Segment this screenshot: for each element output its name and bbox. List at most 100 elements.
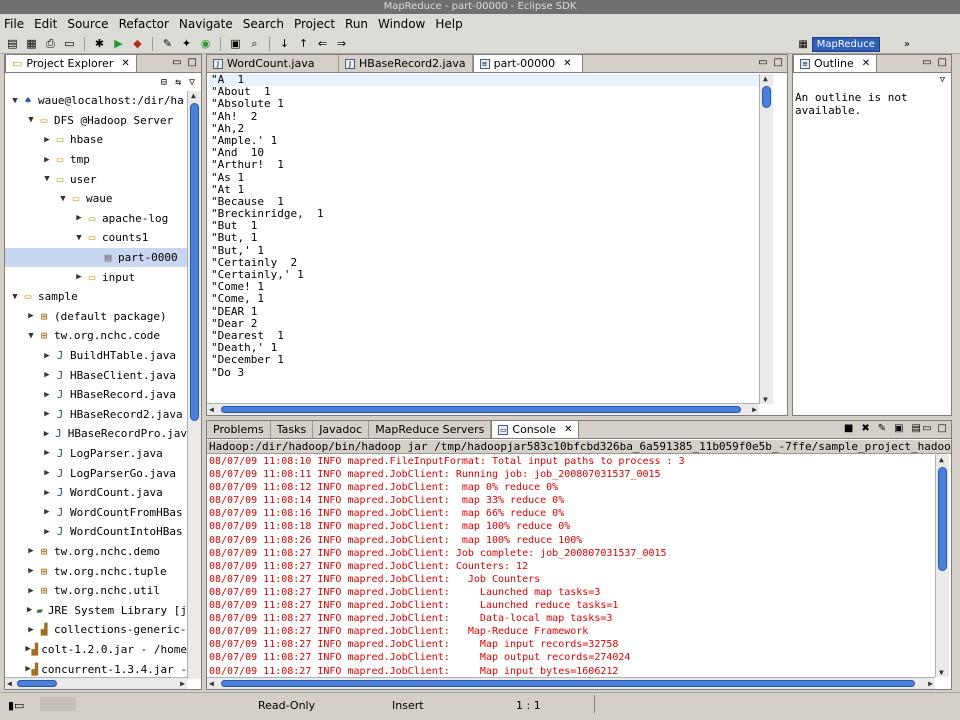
- expand-icon[interactable]: ▶: [41, 468, 53, 478]
- save-icon[interactable]: ▦: [23, 36, 40, 52]
- collapse-icon[interactable]: ▼: [25, 331, 37, 341]
- expand-icon[interactable]: ▶: [25, 566, 37, 576]
- expand-icon[interactable]: ▶: [41, 135, 53, 145]
- tree-item[interactable]: ▼ ▭ user: [5, 169, 187, 189]
- new-java-project-icon[interactable]: ✎: [159, 36, 176, 52]
- debug-icon[interactable]: ✱: [91, 36, 108, 52]
- run-icon[interactable]: ▶: [110, 36, 127, 52]
- tree-item[interactable]: ▶ J HBaseClient.java: [5, 365, 187, 385]
- tree-item[interactable]: ▼ ▭ waue: [5, 189, 187, 209]
- tab-project-explorer[interactable]: ▭ Project Explorer ✕: [5, 54, 137, 72]
- tree-item[interactable]: ▶ J HBaseRecord.java: [5, 385, 187, 405]
- menu-edit[interactable]: Edit: [34, 17, 57, 31]
- perspective-switcher[interactable]: ▦ MapReduce »: [798, 36, 910, 52]
- menu-search[interactable]: Search: [243, 17, 284, 31]
- collapse-icon[interactable]: ▼: [9, 96, 21, 106]
- expand-icon[interactable]: ▶: [41, 155, 53, 165]
- expand-icon[interactable]: ▶: [41, 351, 53, 361]
- menu-source[interactable]: Source: [67, 17, 108, 31]
- tree-item[interactable]: ▼ ⊞ tw.org.nchc.code: [5, 326, 187, 346]
- collapse-icon[interactable]: ▼: [73, 233, 85, 243]
- forward-icon[interactable]: ⇒: [333, 36, 350, 52]
- tree-item[interactable]: ▶ ▰ JRE System Library [j: [5, 600, 187, 620]
- menu-refactor[interactable]: Refactor: [119, 17, 169, 31]
- search-icon[interactable]: ⌕: [246, 36, 263, 52]
- menu-project[interactable]: Project: [294, 17, 335, 31]
- minimize-icon[interactable]: ▭: [172, 57, 181, 68]
- expand-icon[interactable]: ▶: [41, 390, 53, 400]
- expand-icon[interactable]: ▶: [41, 448, 53, 458]
- view-menu-icon[interactable]: ▽: [940, 75, 945, 85]
- editor-hscroll[interactable]: ◀ ▶: [207, 403, 759, 415]
- tree-item[interactable]: ▶ J BuildHTable.java: [5, 346, 187, 366]
- tree-item[interactable]: ▶ J HBaseRecord2.java: [5, 405, 187, 425]
- tab-editor-1[interactable]: J HBaseRecord2.java: [339, 55, 473, 72]
- collapse-icon[interactable]: ▼: [25, 115, 37, 125]
- fast-view-icon[interactable]: ▮▭: [8, 699, 24, 712]
- tree-item[interactable]: ▼ ♠ waue@localhost:/dir/ha: [5, 91, 187, 111]
- tree-item[interactable]: ▶ ▭ input: [5, 267, 187, 287]
- tree-item[interactable]: ▶ J WordCountIntoHBas: [5, 522, 187, 542]
- minimize-icon[interactable]: ▭: [922, 57, 931, 68]
- menu-window[interactable]: Window: [378, 17, 425, 31]
- expand-icon[interactable]: ▶: [25, 605, 34, 615]
- tab-editor-0[interactable]: J WordCount.java: [207, 55, 339, 72]
- console-output[interactable]: 08/07/09 11:08:10 INFO mapred.FileInputF…: [209, 455, 935, 677]
- editor-vscroll[interactable]: ▲ ▼: [759, 74, 773, 404]
- maximize-icon[interactable]: □: [938, 57, 947, 68]
- tree-item[interactable]: ▶ J WordCount.java: [5, 483, 187, 503]
- tree-item[interactable]: ▶ ⊞ tw.org.nchc.util: [5, 581, 187, 601]
- tree-item[interactable]: ▼ ▭ counts1: [5, 228, 187, 248]
- perspective-mapreduce[interactable]: MapReduce: [811, 36, 880, 52]
- explorer-hscroll[interactable]: ◀ ▶: [5, 677, 187, 689]
- editor-text[interactable]: "A 1 "About 1 "Absolute 1 "Ah! 2 "Ah,2 "Ample…: [209, 74, 759, 404]
- tree-item[interactable]: ▶ J LogParserGo.java: [5, 463, 187, 483]
- tree-item[interactable]: ▼ ▭ sample: [5, 287, 187, 307]
- tree-item[interactable]: ▶ ▭ hbase: [5, 130, 187, 150]
- maximize-icon[interactable]: □: [938, 423, 947, 434]
- tree-item[interactable]: ▶ ⊞ (default package): [5, 307, 187, 327]
- close-icon[interactable]: ✕: [563, 58, 571, 69]
- expand-icon[interactable]: ▶: [25, 586, 37, 596]
- expand-icon[interactable]: ▶: [41, 507, 53, 517]
- console-vscroll[interactable]: ▲ ▼: [935, 455, 949, 677]
- maximize-icon[interactable]: □: [188, 57, 197, 68]
- new-package-icon[interactable]: ✦: [178, 36, 195, 52]
- maximize-icon[interactable]: □: [774, 57, 783, 68]
- open-console-icon[interactable]: ▤: [912, 423, 921, 434]
- tab-tasks[interactable]: Tasks: [270, 421, 314, 438]
- close-icon[interactable]: ✕: [862, 58, 870, 69]
- menu-navigate[interactable]: Navigate: [179, 17, 233, 31]
- pin-console-icon[interactable]: ✎: [878, 423, 886, 434]
- expand-icon[interactable]: ▶: [41, 527, 53, 537]
- tab-editor-2[interactable]: ≡ part-00000 ✕: [472, 54, 583, 72]
- tab-console[interactable]: ▭ Console ✕: [491, 420, 580, 438]
- tree-item[interactable]: ▶ J HBaseRecordPro.jav: [5, 424, 187, 444]
- expand-icon[interactable]: ▶: [41, 429, 52, 439]
- console-hscroll[interactable]: ◀ ▶: [207, 677, 935, 689]
- close-icon[interactable]: ✕: [564, 424, 572, 435]
- expand-icon[interactable]: ▶: [41, 409, 53, 419]
- tab-javadoc[interactable]: Javadoc: [313, 421, 370, 438]
- link-editor-icon[interactable]: ⇆: [175, 77, 181, 88]
- print-icon[interactable]: ⎙: [42, 36, 59, 52]
- tree-item[interactable]: ▶ ▭ apache-log: [5, 209, 187, 229]
- console-icon[interactable]: ▭: [61, 36, 78, 52]
- tab-outline[interactable]: ≡ Outline ✕: [793, 54, 878, 72]
- menu-help[interactable]: Help: [435, 17, 462, 31]
- menu-file[interactable]: File: [4, 17, 24, 31]
- tree-item[interactable]: ▶ ⊞ tw.org.nchc.tuple: [5, 561, 187, 581]
- external-tools-icon[interactable]: ◆: [129, 36, 146, 52]
- more-icon[interactable]: »: [904, 39, 910, 50]
- new-icon[interactable]: ▤: [4, 36, 21, 52]
- collapse-icon[interactable]: ▼: [9, 292, 21, 302]
- expand-icon[interactable]: ▶: [25, 546, 37, 556]
- tree-item[interactable]: ▤ part-0000: [5, 247, 187, 268]
- minimize-icon[interactable]: ▭: [758, 57, 767, 68]
- collapse-all-icon[interactable]: ⊟: [161, 77, 167, 88]
- annotation-next-icon[interactable]: ↓: [276, 36, 293, 52]
- expand-icon[interactable]: ▶: [73, 272, 85, 282]
- tab-mapreduce-servers[interactable]: MapReduce Servers: [369, 421, 492, 438]
- expand-icon[interactable]: ▶: [25, 625, 37, 635]
- tree-item[interactable]: ▶ ▭ tmp: [5, 150, 187, 170]
